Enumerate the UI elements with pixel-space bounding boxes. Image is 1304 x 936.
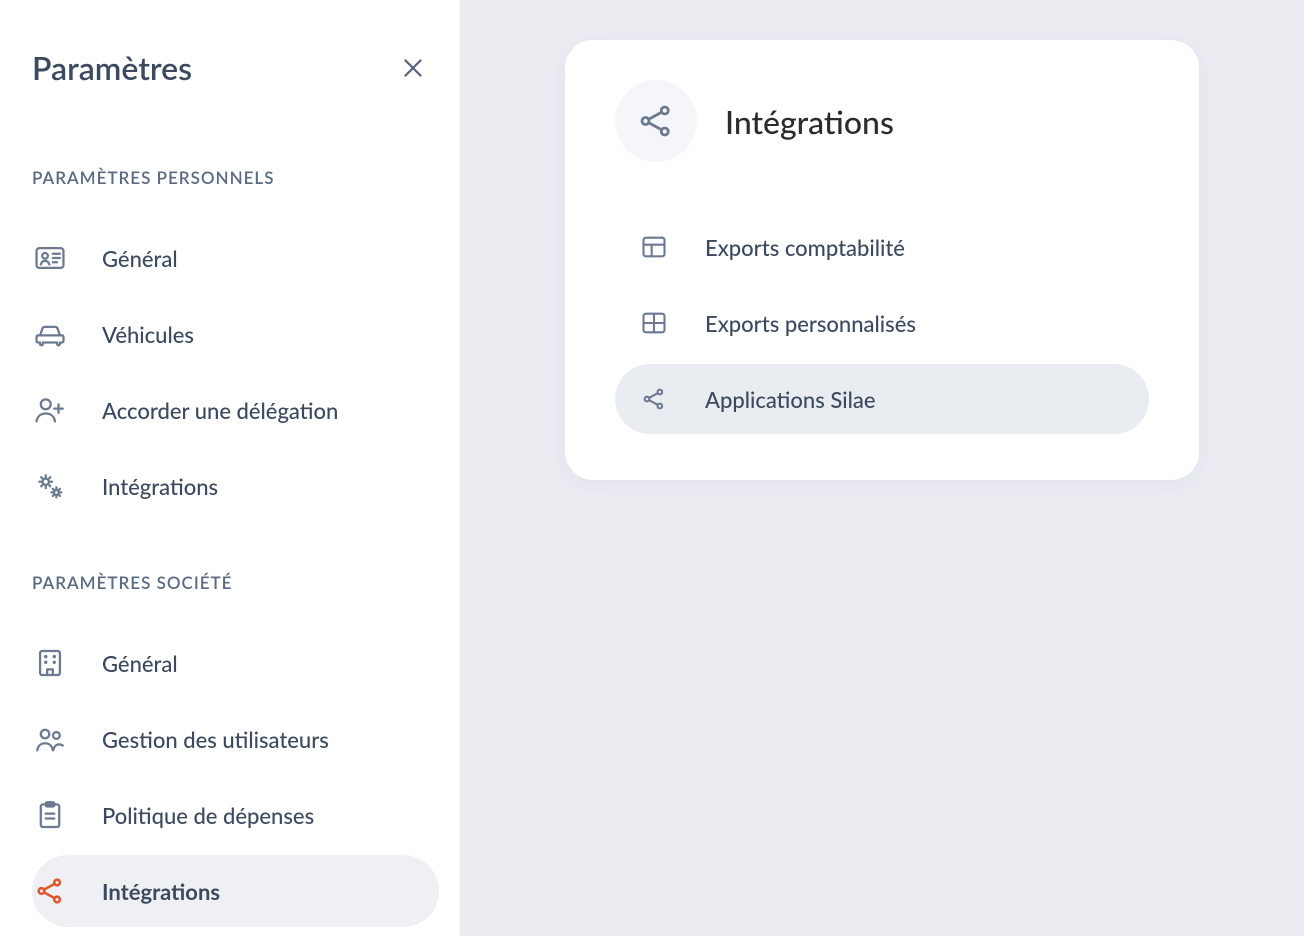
- sidebar-item-policy[interactable]: Politique de dépenses: [32, 779, 439, 851]
- sidebar-item-label: Intégrations: [102, 878, 220, 905]
- sidebar-item-users[interactable]: Gestion des utilisateurs: [32, 703, 439, 775]
- sidebar-item-delegation[interactable]: Accorder une délégation: [32, 374, 439, 446]
- sidebar-item-personal-integrations[interactable]: Intégrations: [32, 450, 439, 522]
- sidebar-section-company: PARAMÈTRES SOCIÉTÉ: [32, 572, 439, 593]
- sidebar-header: Paramètres: [32, 48, 439, 87]
- sidebar-item-company-general[interactable]: Général: [32, 627, 439, 699]
- sidebar-item-label: Politique de dépenses: [102, 802, 314, 829]
- sidebar-item-label: Accorder une délégation: [102, 397, 338, 424]
- user-plus-icon: [32, 392, 68, 428]
- main-content: Intégrations Exports comptabilité Export…: [460, 0, 1304, 936]
- card-title: Intégrations: [725, 102, 894, 141]
- card-item-accounting-exports[interactable]: Exports comptabilité: [615, 212, 1149, 282]
- sidebar-item-label: Intégrations: [102, 473, 218, 500]
- id-card-icon: [32, 240, 68, 276]
- page-title: Paramètres: [32, 48, 192, 87]
- card-item-label: Exports comptabilité: [705, 234, 905, 261]
- sidebar-item-label: Général: [102, 245, 178, 272]
- sidebar-item-company-integrations[interactable]: Intégrations: [32, 855, 439, 927]
- integrations-header-icon: [615, 80, 697, 162]
- network-icon: [639, 384, 669, 414]
- network-icon: [32, 873, 68, 909]
- sidebar-section-personal: PARAMÈTRES PERSONNELS: [32, 167, 439, 188]
- clipboard-icon: [32, 797, 68, 833]
- car-icon: [32, 316, 68, 352]
- card-item-custom-exports[interactable]: Exports personnalisés: [615, 288, 1149, 358]
- users-icon: [32, 721, 68, 757]
- card-item-label: Applications Silae: [705, 386, 875, 413]
- building-icon: [32, 645, 68, 681]
- table-icon: [639, 308, 669, 338]
- card-item-label: Exports personnalisés: [705, 310, 916, 337]
- card-item-silae-applications[interactable]: Applications Silae: [615, 364, 1149, 434]
- close-icon: [400, 55, 426, 81]
- layout-icon: [639, 232, 669, 262]
- integrations-card: Intégrations Exports comptabilité Export…: [565, 40, 1199, 480]
- sidebar-item-personal-general[interactable]: Général: [32, 222, 439, 294]
- settings-sidebar: Paramètres PARAMÈTRES PERSONNELS Général…: [0, 0, 460, 936]
- close-button[interactable]: [395, 50, 431, 86]
- sidebar-item-label: Général: [102, 650, 178, 677]
- gears-icon: [32, 468, 68, 504]
- sidebar-item-label: Gestion des utilisateurs: [102, 726, 329, 753]
- sidebar-item-label: Véhicules: [102, 321, 194, 348]
- card-header: Intégrations: [615, 80, 1149, 162]
- sidebar-item-vehicles[interactable]: Véhicules: [32, 298, 439, 370]
